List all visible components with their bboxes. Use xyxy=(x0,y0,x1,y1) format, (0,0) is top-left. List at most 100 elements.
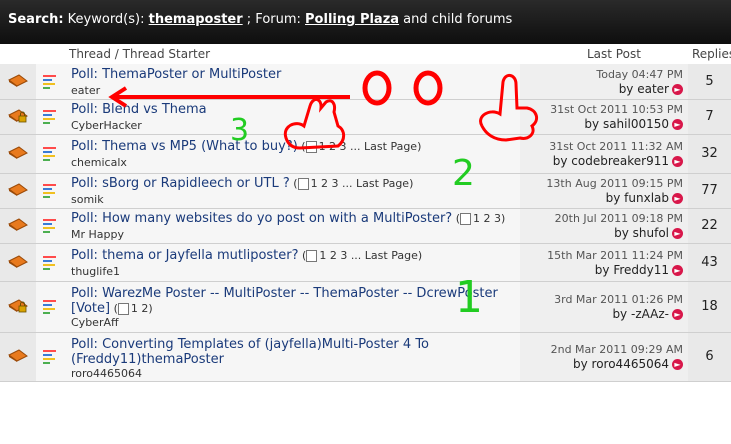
last-post-date: 31st Oct 2011 10:53 PM xyxy=(550,103,683,116)
thread-starter[interactable]: chemicalx xyxy=(71,156,127,169)
page-links-text[interactable]: 1 2 3 ... Last Page xyxy=(311,177,410,190)
by-prefix: by xyxy=(605,191,625,205)
poll-icon xyxy=(43,219,58,233)
thread-row[interactable]: Poll: thema or Jayfella mutliposter? (1 … xyxy=(0,244,731,282)
last-post-date: 2nd Mar 2011 09:29 AM xyxy=(550,343,683,356)
go-to-last-post-icon[interactable]: ► xyxy=(672,228,683,239)
locked-thread-icon xyxy=(8,299,28,313)
page-links[interactable]: (1 2 3) xyxy=(452,212,505,225)
hot-thread-icon xyxy=(8,146,28,159)
multipage-icon xyxy=(460,213,471,225)
thread-row[interactable]: Poll: ThemaPoster or MultiPoster eater Tod… xyxy=(0,64,731,100)
hot-thread-icon xyxy=(8,73,28,87)
last-poster-link[interactable]: Freddy11 xyxy=(613,263,669,277)
thread-row[interactable]: Poll: sBorg or Rapidleech or UTL ? (1 2 … xyxy=(0,174,731,209)
thread-title-link-cont[interactable]: (Freddy11)themaPoster xyxy=(71,352,224,367)
thread-list: Poll: ThemaPoster or MultiPoster eater Tod… xyxy=(0,64,731,382)
reply-count[interactable]: 77 xyxy=(688,183,731,198)
page-links[interactable]: (1 2 3 ... Last Page) xyxy=(299,249,422,262)
go-to-last-post-icon[interactable]: ► xyxy=(672,309,683,320)
last-poster-link[interactable]: funxlab xyxy=(624,191,669,205)
page-links-text[interactable]: 1 2 xyxy=(131,302,149,315)
thread-title-link[interactable]: Poll: How many websites do yo post on wi… xyxy=(71,211,452,226)
last-post-by: by -zAAz- ► xyxy=(612,307,683,321)
thread-title-link[interactable]: Poll: thema or Jayfella mutliposter? xyxy=(71,248,299,263)
thread-row[interactable]: Poll: WarezMe Poster -- MultiPoster -- T… xyxy=(0,282,731,333)
thread-title-link[interactable]: Poll: WarezMe Poster -- MultiPoster -- T… xyxy=(71,286,498,301)
hot-thread-icon xyxy=(8,218,28,231)
by-prefix: by xyxy=(614,226,633,240)
thread-title-link[interactable]: Poll: sBorg or Rapidleech or UTL ? xyxy=(71,176,290,191)
go-to-last-post-icon[interactable]: ► xyxy=(672,264,683,276)
last-post-date: 13th Aug 2011 09:15 PM xyxy=(546,177,683,190)
by-prefix: by xyxy=(612,307,631,321)
go-to-last-post-icon[interactable]: ► xyxy=(672,119,683,130)
search-header-bar: Search: Keyword(s): themaposter ; Forum:… xyxy=(0,0,731,44)
last-post-date: 31st Oct 2011 11:32 AM xyxy=(549,140,683,153)
poll-icon xyxy=(43,110,58,124)
thread-title-link[interactable]: Poll: Blend vs Thema xyxy=(71,102,207,117)
forum-link[interactable]: Polling Plaza xyxy=(305,12,399,27)
thread-title-link[interactable]: Poll: Converting Templates of (jayfella)… xyxy=(71,337,429,352)
last-poster-link[interactable]: eater xyxy=(637,82,669,96)
page-links[interactable]: (1 2 3 ... Last Page) xyxy=(298,140,421,153)
poll-icon xyxy=(43,300,58,314)
thread-row[interactable]: Poll: Blend vs Thema CyberHacker 31st Oct … xyxy=(0,100,731,135)
last-post-date: Today 04:47 PM xyxy=(596,67,683,81)
page-links-text[interactable]: 1 2 3 ... Last Page xyxy=(319,140,418,153)
thread-starter[interactable]: Mr Happy xyxy=(71,228,124,241)
forum-prefix: ; Forum: xyxy=(242,12,306,27)
go-to-last-post-icon[interactable]: ► xyxy=(672,359,683,370)
go-to-last-post-icon[interactable]: ► xyxy=(672,83,683,95)
last-poster-link[interactable]: roro4465064 xyxy=(592,357,669,371)
go-to-last-post-icon[interactable]: ► xyxy=(672,193,683,204)
column-last-post-header[interactable]: Last Post xyxy=(587,47,641,61)
page-links[interactable]: (1 2) xyxy=(110,302,153,315)
last-post-by: by codebreaker911 ► xyxy=(553,154,683,168)
thread-starter[interactable]: somik xyxy=(71,193,104,206)
thread-starter[interactable]: thuglife1 xyxy=(71,265,120,278)
reply-count[interactable]: 7 xyxy=(688,109,731,124)
multipage-icon xyxy=(297,178,309,190)
column-replies-header[interactable]: Replies xyxy=(692,47,731,61)
go-to-last-post-icon[interactable]: ► xyxy=(672,156,683,167)
thread-row[interactable]: Poll: How many websites do yo post on wi… xyxy=(0,209,731,244)
hot-thread-icon xyxy=(8,254,28,268)
multipage-icon xyxy=(117,303,129,315)
page-links-text[interactable]: 1 2 3 ... Last Page xyxy=(319,249,418,262)
poll-icon xyxy=(43,74,58,89)
keyword-link[interactable]: themaposter xyxy=(149,12,243,27)
thread-title-link-cont[interactable]: [Vote] xyxy=(71,301,110,316)
reply-count[interactable]: 43 xyxy=(688,255,731,270)
thread-row[interactable]: Poll: Thema vs MP5 (What to buy?) (1 2 3… xyxy=(0,135,731,174)
thread-title-link[interactable]: Poll: ThemaPoster or MultiPoster xyxy=(71,67,281,82)
thread-starter[interactable]: CyberHacker xyxy=(71,119,142,132)
reply-count[interactable]: 18 xyxy=(688,299,731,314)
thread-title-link[interactable]: Poll: Thema vs MP5 (What to buy?) xyxy=(71,139,298,154)
thread-title-line: Poll: Thema vs MP5 (What to buy?) (1 2 3… xyxy=(71,139,421,154)
thread-starter[interactable]: eater xyxy=(71,84,100,97)
last-poster-link[interactable]: -zAAz- xyxy=(631,307,669,321)
thread-starter[interactable]: CyberAff xyxy=(71,316,119,329)
last-poster-link[interactable]: sahil00150 xyxy=(603,117,669,131)
column-thread-header[interactable]: Thread / Thread Starter xyxy=(69,47,210,61)
last-poster-link[interactable]: shufol xyxy=(633,226,669,240)
reply-count[interactable]: 6 xyxy=(688,349,731,364)
search-summary: Search: Keyword(s): themaposter ; Forum:… xyxy=(8,12,512,27)
last-poster-link[interactable]: codebreaker911 xyxy=(571,154,669,168)
forum-suffix: and child forums xyxy=(399,12,513,27)
reply-count[interactable]: 5 xyxy=(688,74,731,89)
reply-count[interactable]: 32 xyxy=(688,146,731,161)
by-prefix: by xyxy=(618,81,638,96)
multipage-icon xyxy=(305,141,317,153)
thread-starter[interactable]: roro4465064 xyxy=(71,367,142,380)
last-post-by: by Freddy11 ► xyxy=(595,263,683,277)
thread-title-line: Poll: WarezMe Poster -- MultiPoster -- T… xyxy=(71,286,498,316)
thread-row[interactable]: Poll: Converting Templates of (jayfella)… xyxy=(0,333,731,382)
page-links[interactable]: (1 2 3 ... Last Page) xyxy=(290,177,413,190)
locked-thread-icon xyxy=(8,109,28,123)
reply-count[interactable]: 22 xyxy=(688,218,731,233)
page-links-text[interactable]: 1 2 3 xyxy=(473,212,501,225)
hot-thread-icon xyxy=(8,183,28,196)
poll-icon xyxy=(43,147,58,161)
